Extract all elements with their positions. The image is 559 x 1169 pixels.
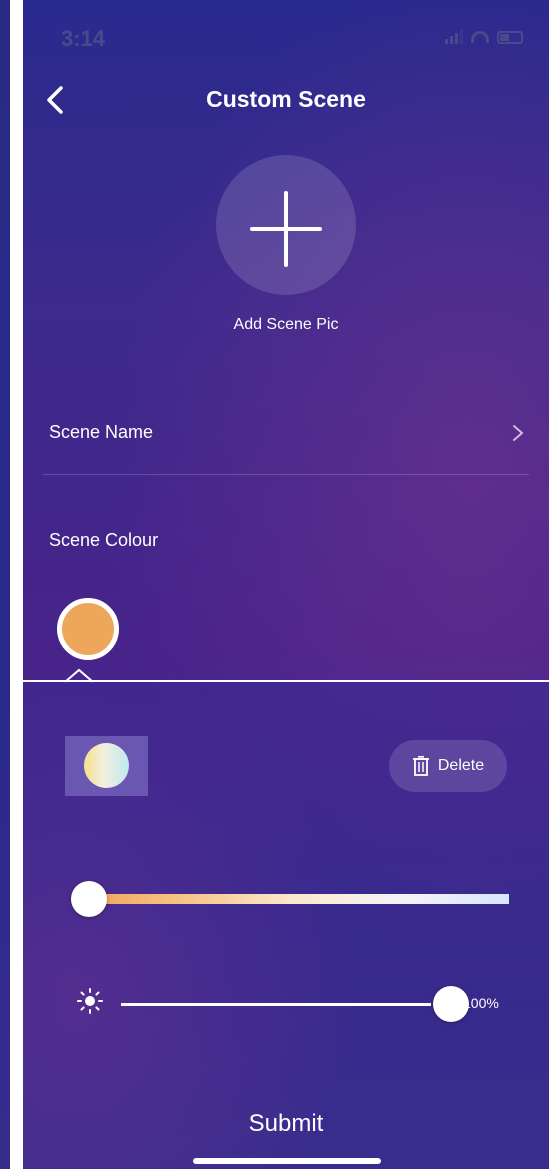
status-bar: 3:14: [23, 0, 549, 70]
color-temperature-slider[interactable]: [71, 880, 509, 918]
brightness-slider[interactable]: [121, 985, 469, 1023]
scene-colour-label: Scene Colour: [49, 530, 159, 550]
slider-thumb[interactable]: [71, 881, 107, 917]
app-screen: 3:14 Custom Scene Add Scene Pic Scene Na…: [23, 0, 549, 1169]
chevron-right-icon: [513, 425, 523, 441]
delete-button[interactable]: Delete: [389, 740, 507, 792]
trash-icon: [412, 756, 429, 776]
divider: [43, 474, 529, 475]
color-temperature-track: [81, 894, 509, 904]
add-scene-pic-label: Add Scene Pic: [233, 316, 339, 333]
white-temperature-mode[interactable]: [65, 736, 148, 796]
status-time: 3:14: [61, 26, 106, 51]
brightness-value: 100%: [463, 995, 499, 1011]
home-indicator: [193, 1158, 381, 1164]
background-edge: [0, 0, 10, 1169]
signal-icon: [445, 30, 463, 44]
wifi-icon: [471, 31, 489, 43]
scene-name-row[interactable]: Scene Name: [23, 410, 549, 474]
page-title: Custom Scene: [206, 86, 366, 112]
delete-label: Delete: [437, 757, 485, 774]
plus-icon: [250, 191, 322, 267]
add-scene-pic-button[interactable]: [216, 155, 356, 295]
battery-icon: [497, 30, 523, 44]
submit-button[interactable]: Submit: [23, 1110, 549, 1138]
status-icons: [445, 30, 523, 44]
brightness-track: [121, 1003, 431, 1006]
temperature-disc: [84, 743, 129, 788]
scene-colour-swatch[interactable]: [57, 598, 119, 660]
scene-name-label: Scene Name: [49, 422, 154, 442]
sun-icon: [77, 988, 103, 1014]
